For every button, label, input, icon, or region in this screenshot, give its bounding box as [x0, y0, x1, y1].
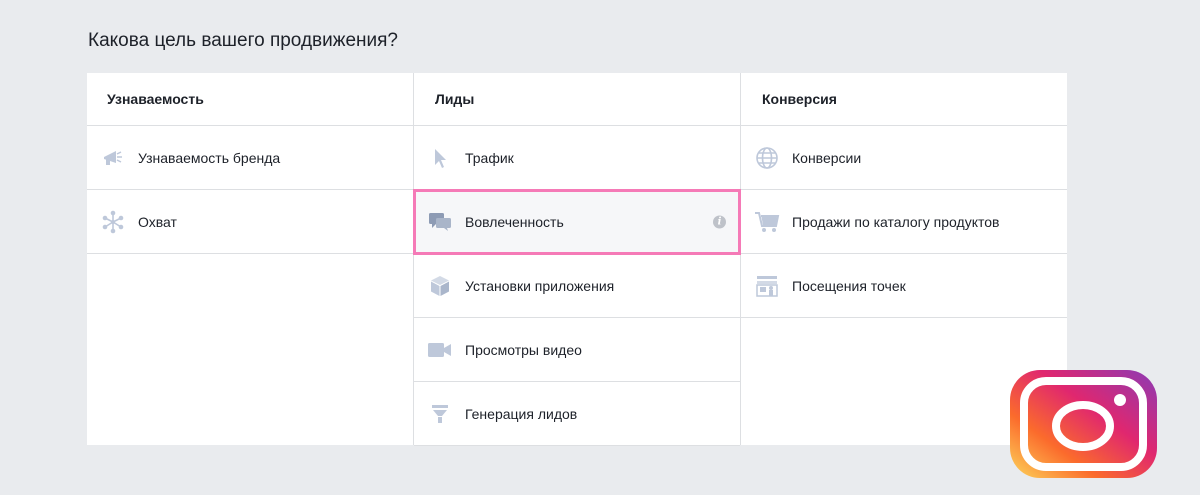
- objective-store-visits[interactable]: Посещения точек: [741, 254, 1067, 318]
- objective-label: Вовлеченность: [465, 213, 564, 230]
- globe-icon: [754, 145, 780, 171]
- objective-label: Посещения точек: [792, 277, 906, 294]
- info-icon[interactable]: i: [713, 215, 726, 228]
- objective-brand-awareness[interactable]: Узнаваемость бренда: [87, 126, 413, 190]
- column-header-leads: Лиды: [414, 73, 740, 126]
- page-title: Какова цель вашего продвижения?: [88, 30, 398, 51]
- objective-label: Генерация лидов: [465, 405, 578, 422]
- store-icon: [754, 273, 780, 299]
- cart-icon: [754, 209, 780, 235]
- objective-conversions[interactable]: Конверсии: [741, 126, 1067, 190]
- column-leads: Лиды Трафик Вовлеченность i Установки пр…: [413, 73, 741, 446]
- objective-label: Узнаваемость бренда: [138, 149, 281, 166]
- objective-label: Охват: [138, 213, 177, 230]
- column-header-conversion: Конверсия: [741, 73, 1067, 126]
- objective-app-installs[interactable]: Установки приложения: [414, 254, 740, 318]
- objective-traffic[interactable]: Трафик: [414, 126, 740, 190]
- objective-label: Трафик: [465, 149, 514, 166]
- objective-reach[interactable]: Охват: [87, 190, 413, 254]
- chat-bubbles-icon: [427, 209, 453, 235]
- box-icon: [427, 273, 453, 299]
- megaphone-icon: [100, 145, 126, 171]
- objective-label: Конверсии: [792, 149, 862, 166]
- column-awareness: Узнаваемость Узнаваемость бренда Охват: [87, 73, 414, 445]
- instagram-logo: [1010, 370, 1157, 478]
- reach-icon: [100, 209, 126, 235]
- funnel-icon: [427, 401, 453, 427]
- objective-label: Просмотры видео: [465, 341, 582, 358]
- objective-engagement[interactable]: Вовлеченность i: [413, 189, 741, 255]
- column-header-awareness: Узнаваемость: [87, 73, 413, 126]
- objective-lead-generation[interactable]: Генерация лидов: [414, 382, 740, 446]
- objective-table: Узнаваемость Узнаваемость бренда Охват Л…: [87, 73, 1067, 446]
- objective-catalog-sales[interactable]: Продажи по каталогу продуктов: [741, 190, 1067, 254]
- objective-label: Продажи по каталогу продуктов: [792, 213, 1000, 230]
- objective-label: Установки приложения: [465, 277, 615, 294]
- cursor-icon: [427, 145, 453, 171]
- objective-video-views[interactable]: Просмотры видео: [414, 318, 740, 382]
- video-camera-icon: [427, 337, 453, 363]
